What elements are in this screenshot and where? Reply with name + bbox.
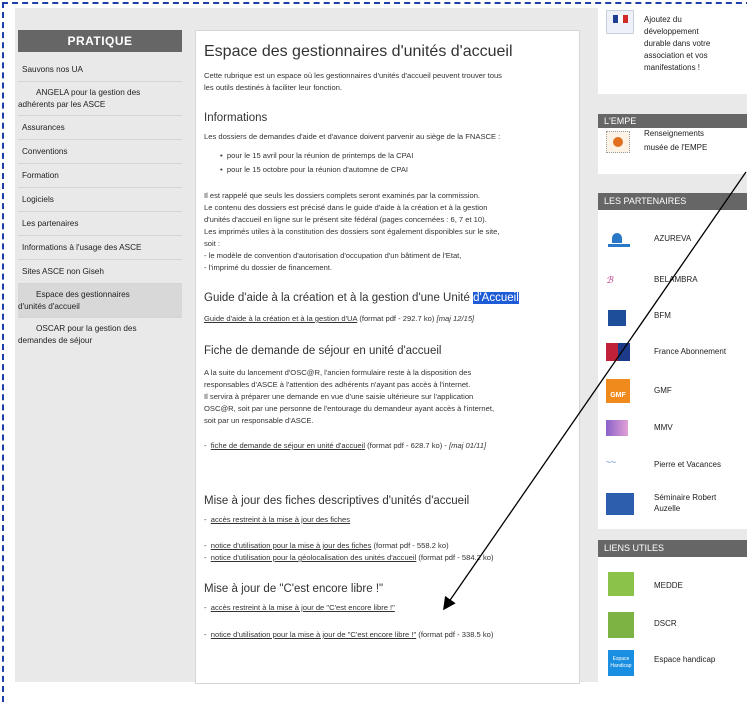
guide-row: Guide d'aide à la création et à la gesti… <box>204 314 475 323</box>
libre-access-link[interactable]: accès restreint à la mise à jour de "C'e… <box>211 603 395 612</box>
azureva-logo-icon <box>608 233 630 249</box>
bullet-item: • pour le 15 avril pour la réunion de pr… <box>220 151 414 160</box>
dscr-logo-icon <box>608 612 634 638</box>
info-para-line: soit : <box>204 239 221 248</box>
fiche-para-line: OSC@R, soit par une personne de l'entour… <box>204 404 495 413</box>
sidebar-item-oscar[interactable]: OSCAR pour la gestion des demandes de sé… <box>18 318 182 352</box>
notice-fiches-link[interactable]: notice d'utilisation pour la mise à jour… <box>211 541 372 550</box>
maj-row-3: - notice d'utilisation pour la géolocali… <box>204 553 494 562</box>
partner-belambra[interactable]: BELAMBRA <box>654 274 698 285</box>
partner-azureva[interactable]: AZUREVA <box>654 233 691 244</box>
libre-notice-link[interactable]: notice d'utilisation pour la mise à jour… <box>211 630 416 639</box>
sidebar-item-sauvons[interactable]: Sauvons nos UA <box>18 58 182 82</box>
libre-row-2: - notice d'utilisation pour la mise à jo… <box>204 630 494 639</box>
france-abonnement-logo-icon <box>606 343 630 361</box>
sidebar-item-espace-gestionnaires[interactable]: Espace des gestionnaires d'unités d'accu… <box>18 284 182 318</box>
useful-links-box: LIENS UTILES MEDDE DSCR Espace Handicap E… <box>598 540 747 682</box>
partner-pierre-vacances[interactable]: Pierre et Vacances <box>654 459 721 470</box>
bullet-item: • pour le 15 octobre pour la réunion d'a… <box>220 165 409 174</box>
sidebar-item-conventions[interactable]: Conventions <box>18 140 182 164</box>
sidebar-item-partenaires[interactable]: Les partenaires <box>18 212 182 236</box>
fiche-heading: Fiche de demande de séjour en unité d'ac… <box>204 345 442 357</box>
notice-geoloc-link[interactable]: notice d'utilisation pour la géolocalisa… <box>211 553 417 562</box>
bfm-logo-icon <box>608 310 626 326</box>
guide-heading: Guide d'aide à la création et à la gesti… <box>204 292 519 304</box>
sidebar-item-sites-asce[interactable]: Sites ASCE non Giseh <box>18 260 182 284</box>
sidebar-item-formation[interactable]: Formation <box>18 164 182 188</box>
sidebar-heading: PRATIQUE <box>18 30 182 52</box>
maj-row-1: - accès restreint à la mise à jour des f… <box>204 515 351 524</box>
belambra-logo-icon: ℬ <box>606 275 614 285</box>
sustainable-box[interactable]: Ajoutez du développement durable dans vo… <box>598 8 747 94</box>
guide-link[interactable]: Guide d'aide à la création et à la gesti… <box>204 314 357 323</box>
libre-row-1: - accès restreint à la mise à jour de "C… <box>204 603 395 612</box>
sidebar-item-informations[interactable]: Informations à l'usage des ASCE <box>18 236 182 260</box>
info-para-line: Le contenu des dossiers est précisé dans… <box>204 203 488 212</box>
info-heading: Informations <box>204 112 268 124</box>
medde-logo-icon <box>608 572 634 596</box>
libre-heading: Mise à jour de "C'est encore libre !" <box>204 583 384 595</box>
page-area: PRATIQUE Sauvons nos UA ANGELA pour la g… <box>15 8 747 684</box>
info-text: Les dossiers de demandes d'aide et d'ava… <box>204 132 501 141</box>
info-para-line: Les imprimés utiles à la constitution de… <box>204 227 500 236</box>
highlighted-text: d'Accueil <box>473 292 519 304</box>
info-para-line: - le modèle de convention d'autorisation… <box>204 251 462 260</box>
link-dscr[interactable]: DSCR <box>654 618 677 629</box>
intro-line-1: Cette rubrique est un espace où les gest… <box>204 71 502 80</box>
empe-heading: L'EMPE <box>598 114 747 128</box>
partner-mmv[interactable]: MMV <box>654 422 673 433</box>
ministry-logo-icon <box>606 10 634 34</box>
maj-fiches-link[interactable]: accès restreint à la mise à jour des fic… <box>211 515 350 524</box>
empe-logo-icon <box>606 131 630 153</box>
empe-box[interactable]: L'EMPE Renseignements musée de l'EMPE <box>598 114 747 174</box>
partner-france-abonnement[interactable]: France Abonnement <box>654 346 726 357</box>
useful-links-heading: LIENS UTILES <box>598 540 747 557</box>
partners-box: LES PARTENAIRES AZUREVA ℬ BELAMBRA BFM F… <box>598 193 747 529</box>
partner-gmf[interactable]: GMF <box>654 385 672 396</box>
partner-bfm[interactable]: BFM <box>654 310 671 321</box>
maj-row-2: - notice d'utilisation pour la mise à jo… <box>204 541 449 550</box>
main-content: Espace des gestionnaires d'unités d'accu… <box>195 30 580 684</box>
info-para-line: Il est rappelé que seuls les dossiers co… <box>204 191 481 200</box>
page-title: Espace des gestionnaires d'unités d'accu… <box>204 43 513 60</box>
seminaire-logo-icon <box>606 493 634 515</box>
maj-heading: Mise à jour des fiches descriptives d'un… <box>204 495 470 507</box>
sidebar-item-assurances[interactable]: Assurances <box>18 116 182 140</box>
mmv-logo-icon <box>606 420 628 436</box>
fiche-row: - fiche de demande de séjour en unité d'… <box>204 441 487 450</box>
intro-line-2: les outils destinés à faciliter leur fon… <box>204 83 343 92</box>
left-sidebar: PRATIQUE Sauvons nos UA ANGELA pour la g… <box>18 30 182 352</box>
fiche-para-line: Il servira à préparer une demande en vue… <box>204 392 474 401</box>
info-para-line: d'unités d'accueil en ligne sur le prése… <box>204 215 487 224</box>
fiche-para-line: soit par un responsable d'ASCE. <box>204 416 314 425</box>
espace-handicap-logo-icon: Espace Handicap <box>608 650 634 676</box>
gmf-logo-icon: GMF <box>606 379 630 403</box>
fiche-para-line: A la suite du lancement d'OSC@R, l'ancie… <box>204 368 472 377</box>
fiche-link[interactable]: fiche de demande de séjour en unité d'ac… <box>211 441 365 450</box>
sidebar-item-angela[interactable]: ANGELA pour la gestion des adhérents par… <box>18 82 182 116</box>
partner-seminaire[interactable]: Séminaire Robert Auzelle <box>654 492 716 514</box>
link-espace-handicap[interactable]: Espace handicap <box>654 654 715 665</box>
partners-heading: LES PARTENAIRES <box>598 193 747 210</box>
fiche-para-line: responsables d'ASCE à l'attention des ad… <box>204 380 471 389</box>
info-para-line: - l'imprimé du dossier de financement. <box>204 263 333 272</box>
link-medde[interactable]: MEDDE <box>654 580 683 591</box>
sidebar-item-logiciels[interactable]: Logiciels <box>18 188 182 212</box>
pierre-vacances-logo-icon: 〜〜 <box>606 460 617 466</box>
